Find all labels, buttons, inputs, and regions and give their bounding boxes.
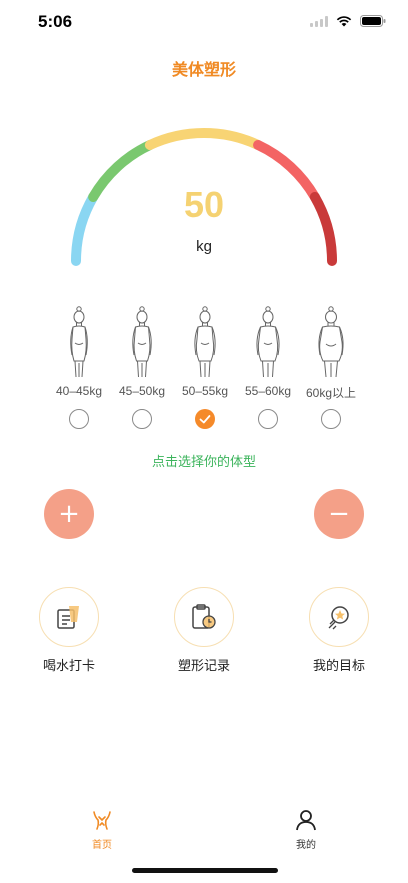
battery-icon	[360, 15, 386, 27]
body-type-3[interactable]: 50–55kg	[170, 300, 240, 440]
weight-unit: kg	[196, 238, 212, 255]
signal-icon	[310, 15, 328, 27]
decrease-weight-button[interactable]: −	[314, 489, 364, 539]
increase-weight-button[interactable]: +	[44, 489, 94, 539]
body-figure-icon	[132, 306, 152, 378]
radio-button[interactable]	[258, 409, 278, 429]
body-type-1[interactable]: 40–45kg	[44, 300, 114, 440]
body-figure-icon	[194, 306, 216, 378]
status-icons	[310, 15, 386, 27]
status-bar: 5:06	[0, 0, 408, 44]
shortcut-circle	[174, 587, 234, 647]
tab-label: 首页	[92, 840, 112, 851]
tab-home[interactable]: 首页	[62, 808, 142, 852]
shaping-record-button[interactable]: 塑形记录	[154, 587, 254, 677]
home-indicator	[132, 868, 278, 873]
checkmark-icon	[199, 415, 211, 424]
wifi-icon	[336, 16, 352, 27]
body-figure-icon	[70, 306, 88, 378]
water-checkin-button[interactable]: 喝水打卡	[19, 587, 119, 677]
shortcut-label: 喝水打卡	[42, 659, 95, 674]
target-star-icon	[328, 606, 349, 630]
shortcut-circle	[39, 587, 99, 647]
weight-value: 50	[183, 184, 225, 225]
tab-mine[interactable]: 我的	[266, 808, 346, 852]
status-time: 5:06	[38, 12, 73, 31]
gauge-segment	[144, 127, 264, 150]
my-goal-button[interactable]: 我的目标	[289, 587, 389, 677]
shortcut-label: 我的目标	[312, 659, 365, 674]
water-checkin-icon	[57, 606, 79, 629]
shortcut-circle	[309, 587, 369, 647]
body-type-4[interactable]: 55–60kg	[233, 300, 303, 440]
page-title: 美体塑形	[171, 60, 236, 79]
radio-button[interactable]	[132, 409, 152, 429]
body-type-selector: 40–45kg 45–50kg 50–55kg 55–60kg 60kg以上	[44, 300, 366, 440]
home-body-icon	[93, 811, 111, 830]
radio-button[interactable]	[321, 409, 341, 429]
shortcut-label: 塑形记录	[177, 659, 230, 674]
body-type-5[interactable]: 60kg以上	[296, 300, 366, 440]
tab-label: 我的	[296, 840, 316, 851]
tab-bar: 首页 我的	[0, 800, 408, 860]
person-icon	[296, 810, 316, 831]
body-type-2[interactable]: 45–50kg	[107, 300, 177, 440]
radio-button-checked[interactable]	[195, 409, 215, 429]
shortcut-row: 喝水打卡 塑形记录 我的目标	[0, 587, 408, 677]
radio-button[interactable]	[69, 409, 89, 429]
body-figure-icon	[256, 306, 280, 378]
select-body-type-hint: 点击选择你的体型	[151, 455, 256, 470]
range-label: 60kg以上	[305, 386, 357, 400]
clipboard-clock-icon	[192, 604, 216, 629]
body-figure-icon	[318, 306, 344, 378]
